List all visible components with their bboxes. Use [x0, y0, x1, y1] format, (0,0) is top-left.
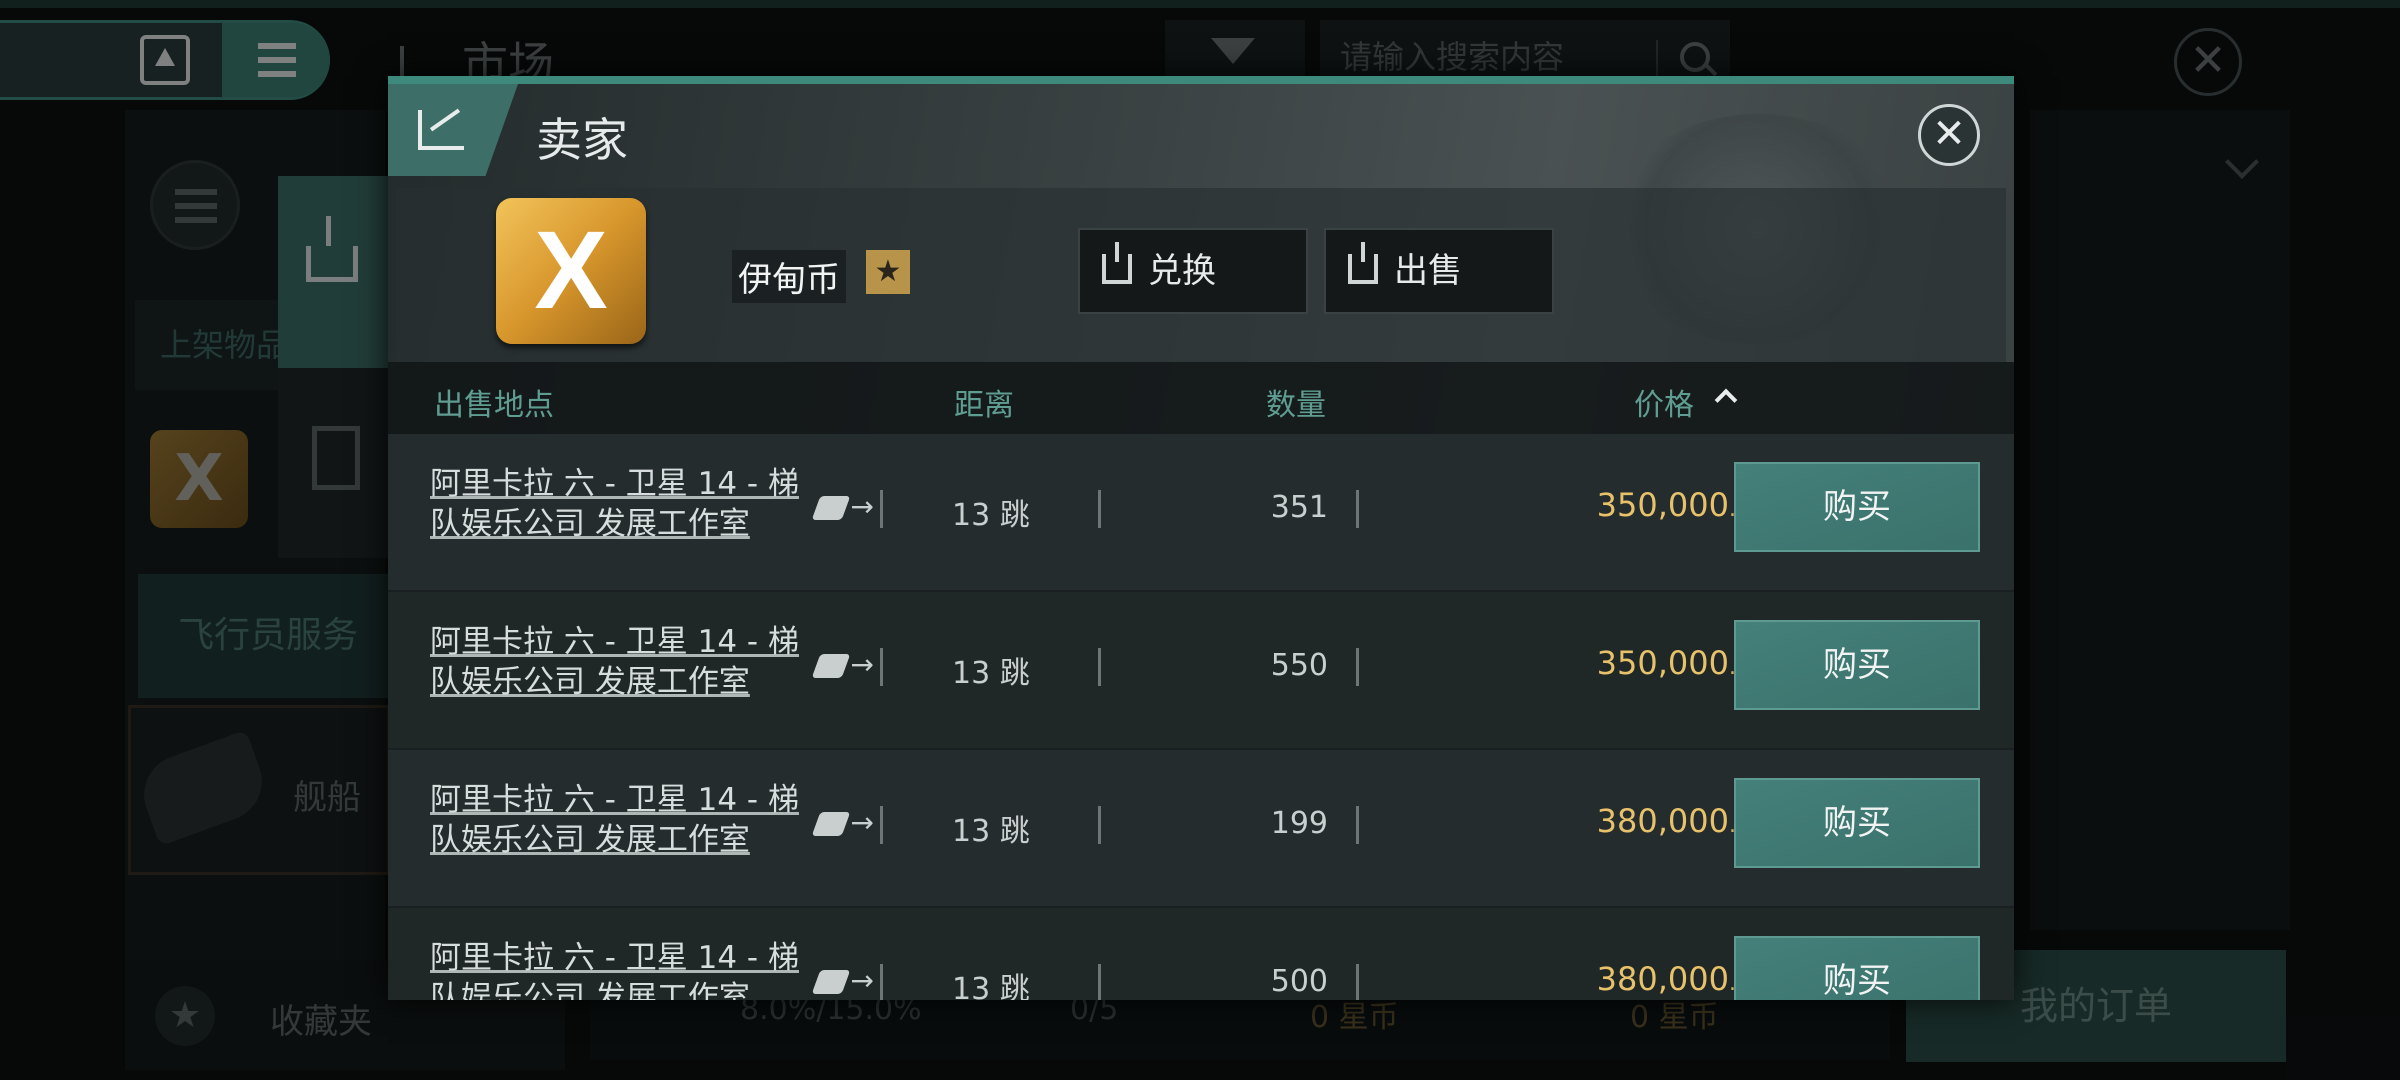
close-button[interactable]: ✕ [1918, 104, 1980, 166]
ships-label: 舰船 [293, 778, 361, 818]
table-header: 出售地点 距离 数量 价格 [388, 362, 2014, 434]
ships-category[interactable]: 舰船 [128, 705, 390, 875]
sellers-dialog: 卖家 ✕ X 伊甸币 ★ 兑换 出售 出售地点 距离 数量 价格 阿里卡拉 六 … [388, 76, 2014, 1000]
quantity-value: 550 [1270, 648, 1328, 683]
column-divider [1356, 648, 1359, 686]
cart-icon [306, 246, 358, 282]
dialog-title: 卖家 [536, 113, 628, 167]
column-quantity[interactable]: 数量 [1266, 380, 1326, 424]
buy-button[interactable]: 购买 [1734, 778, 1980, 868]
column-divider [880, 964, 883, 1000]
sell-button[interactable]: 出售 [1324, 228, 1554, 314]
route-icon[interactable] [811, 812, 851, 836]
column-divider [880, 490, 883, 528]
price-value: 350,000.0 [1596, 644, 1750, 682]
column-divider [1356, 806, 1359, 844]
buy-button[interactable]: 购买 [1734, 620, 1980, 710]
distance-value: 13 跳 [952, 498, 1030, 533]
distance-value: 13 跳 [952, 656, 1030, 691]
tab-orders[interactable] [278, 368, 388, 558]
category-menu-button[interactable] [150, 160, 240, 250]
column-divider [880, 648, 883, 686]
column-divider [1098, 490, 1101, 528]
exchange-icon [1102, 242, 1132, 284]
route-icon[interactable] [811, 970, 851, 994]
column-divider [1356, 490, 1359, 528]
column-location[interactable]: 出售地点 [434, 380, 554, 424]
column-divider [1098, 806, 1101, 844]
menu-icon [258, 43, 296, 77]
table-row: 阿里卡拉 六 - 卫星 14 - 梯队娱乐公司 发展工作室 13 跳 351 3… [388, 434, 2014, 590]
favorite-star-icon[interactable]: ★ [866, 250, 910, 294]
search-separator [1656, 40, 1658, 76]
distance-value: 13 跳 [952, 972, 1030, 1000]
buy-button[interactable]: 购买 [1734, 936, 1980, 1000]
pilot-services-button[interactable]: 飞行员服务 [138, 574, 388, 698]
sort-ascending-icon[interactable] [1714, 388, 1738, 412]
exchange-button[interactable]: 兑换 [1078, 228, 1308, 314]
sale-location-link[interactable]: 阿里卡拉 六 - 卫星 14 - 梯队娱乐公司 发展工作室 [430, 780, 810, 860]
quantity-value: 199 [1270, 806, 1328, 841]
column-divider [1098, 648, 1101, 686]
top-left-toolbar [0, 20, 330, 100]
route-icon[interactable] [811, 654, 851, 678]
quantity-value: 500 [1270, 964, 1328, 999]
item-summary: X 伊甸币 ★ 兑换 出售 [396, 188, 2006, 362]
chart-icon [418, 110, 464, 150]
search-icon[interactable] [1680, 42, 1710, 72]
search-input[interactable] [1338, 36, 1642, 78]
distance-value: 13 跳 [952, 814, 1030, 849]
price-value: 380,000.0 [1596, 802, 1750, 840]
route-icon[interactable] [811, 496, 851, 520]
download-arrow-icon [326, 216, 331, 246]
tab-buy[interactable] [278, 176, 388, 368]
sell-icon [1348, 242, 1378, 284]
table-row: 阿里卡拉 六 - 卫星 14 - 梯队娱乐公司 发展工作室 13 跳 550 3… [388, 592, 2014, 748]
ship-icon [132, 729, 274, 847]
eden-coin-icon: X [496, 198, 646, 344]
sale-location-link[interactable]: 阿里卡拉 六 - 卫星 14 - 梯队娱乐公司 发展工作室 [430, 938, 810, 1000]
right-panel [2030, 110, 2290, 930]
item-name: 伊甸币 [732, 250, 846, 303]
main-menu-button[interactable] [222, 23, 330, 97]
buy-button[interactable]: 购买 [1734, 462, 1980, 552]
coin-thumbnail[interactable]: X [150, 430, 248, 528]
table-row: 阿里卡拉 六 - 卫星 14 - 梯队娱乐公司 发展工作室 13 跳 500 3… [388, 908, 2014, 1000]
clipboard-icon [312, 426, 360, 490]
star-icon: ★ [155, 986, 215, 1046]
column-divider [880, 806, 883, 844]
column-divider [1098, 964, 1101, 1000]
list-icon [175, 189, 217, 223]
table-row: 阿里卡拉 六 - 卫星 14 - 梯队娱乐公司 发展工作室 13 跳 199 3… [388, 750, 2014, 906]
price-value: 350,000.0 [1596, 486, 1750, 524]
sale-location-link[interactable]: 阿里卡拉 六 - 卫星 14 - 梯队娱乐公司 发展工作室 [430, 622, 810, 702]
price-value: 380,000.0 [1596, 960, 1750, 998]
filter-icon [1211, 38, 1255, 64]
quantity-value: 351 [1270, 490, 1328, 525]
side-tabs [278, 176, 388, 558]
chip-icon[interactable] [140, 35, 190, 85]
column-divider [1356, 964, 1359, 1000]
market-close-button[interactable]: ✕ [2174, 28, 2242, 96]
column-distance[interactable]: 距离 [954, 380, 1014, 424]
column-price[interactable]: 价格 [1634, 380, 1694, 424]
favorites-label: 收藏夹 [270, 1002, 372, 1042]
chevron-down-icon[interactable] [2225, 145, 2259, 179]
sale-location-link[interactable]: 阿里卡拉 六 - 卫星 14 - 梯队娱乐公司 发展工作室 [430, 464, 810, 544]
